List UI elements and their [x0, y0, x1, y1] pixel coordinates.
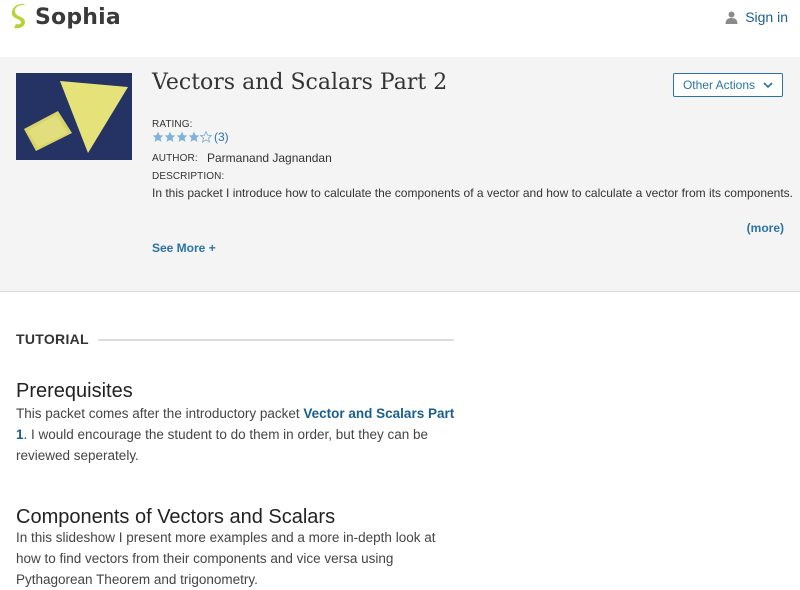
paragraph-text: . I would encourage the student to do th… [16, 427, 429, 463]
sophia-logo[interactable]: Sophia [10, 3, 121, 31]
rating-stars[interactable]: (3) [152, 130, 229, 144]
star-filled-icon [164, 131, 176, 142]
rating-count[interactable]: (3) [214, 130, 229, 144]
other-actions-label: Other Actions [682, 78, 756, 92]
packet-thumbnail [16, 73, 132, 160]
star-filled-icon [176, 131, 188, 142]
divider [98, 339, 454, 341]
packet-header: Vectors and Scalars Part 2 Other Actions… [0, 57, 800, 292]
section-heading: Components of Vectors and Scalars [16, 506, 336, 528]
more-link[interactable]: (more) [747, 221, 784, 235]
star-empty-icon [200, 131, 212, 143]
brand-name: Sophia [35, 4, 121, 30]
author-label: AUTHOR: [152, 153, 198, 164]
section-paragraph: In this slideshow I present more example… [16, 530, 436, 587]
user-icon [725, 11, 738, 24]
section-heading: Prerequisites [16, 380, 133, 402]
tutorial-label: TUTORIAL [16, 331, 89, 347]
sign-in-link[interactable]: Sign in [725, 9, 788, 25]
sign-in-label: Sign in [745, 9, 788, 25]
top-bar: Sophia Sign in [0, 0, 800, 42]
chevron-down-icon [763, 81, 773, 88]
other-actions-button[interactable]: Other Actions [673, 73, 783, 97]
section-paragraph: This packet comes after the introductory… [16, 403, 456, 466]
sophia-logo-icon [11, 3, 25, 29]
rating-label: RATING: [152, 119, 193, 130]
author-name: Parmanand Jagnandan [207, 151, 332, 165]
star-filled-icon [152, 131, 164, 142]
description-text: In this packet I introduce how to calcul… [152, 186, 794, 200]
star-filled-icon [188, 131, 200, 142]
paragraph-text: This packet comes after the introductory… [16, 406, 304, 421]
packet-title: Vectors and Scalars Part 2 [152, 70, 448, 95]
see-more-link[interactable]: See More + [152, 241, 216, 255]
description-label: DESCRIPTION: [152, 171, 225, 182]
